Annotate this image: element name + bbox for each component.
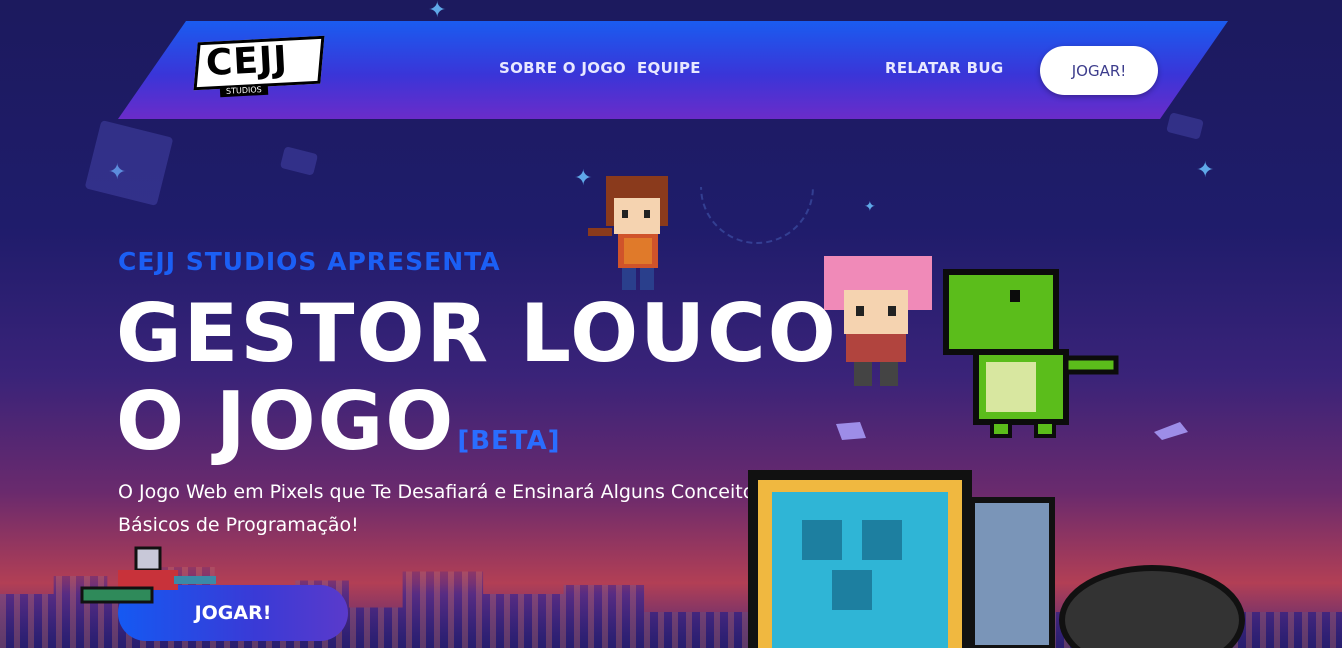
- title-line-2: O JOGO: [116, 375, 456, 468]
- knight-sprite: [80, 546, 216, 604]
- floating-cube: [279, 146, 319, 176]
- cejj-logo[interactable]: CEJJ STUDIOS: [193, 31, 325, 109]
- nav-link-equipe[interactable]: EQUIPE: [637, 59, 701, 77]
- floating-cube: [84, 120, 174, 206]
- cannon-sprite: [748, 470, 1245, 648]
- nav-link-sobre[interactable]: SOBRE O JOGO: [499, 59, 626, 77]
- title-line-1: GESTOR LOUCO:: [116, 287, 872, 380]
- crystal-decoration: [836, 422, 866, 440]
- girl-sprite: [588, 176, 668, 290]
- navbar: CEJJ STUDIOS SOBRE O JOGO EQUIPE RELATAR…: [118, 21, 1228, 119]
- beta-badge: [BETA]: [457, 426, 561, 456]
- star-icon: ✦: [428, 0, 447, 23]
- logo-text: CEJJ: [204, 38, 289, 85]
- nav-play-button[interactable]: JOGAR!: [1040, 46, 1158, 95]
- hero-title: GESTOR LOUCO: O JOGO[BETA]: [116, 290, 872, 485]
- moon-decoration: [700, 187, 814, 244]
- logo-subtext: STUDIOS: [219, 83, 268, 98]
- star-icon: ✦: [1196, 158, 1215, 183]
- hero-eyebrow: CEJJ STUDIOS APRESENTA: [118, 247, 501, 276]
- pink-hair-sprite: [824, 256, 932, 386]
- nav-link-relatar-bug[interactable]: RELATAR BUG: [885, 59, 1003, 77]
- dinosaur-sprite: [943, 269, 1119, 438]
- hero-subtitle: O Jogo Web em Pixels que Te Desafiará e …: [118, 481, 765, 536]
- star-icon: ✦: [864, 199, 876, 215]
- crystal-decoration: [1154, 422, 1188, 440]
